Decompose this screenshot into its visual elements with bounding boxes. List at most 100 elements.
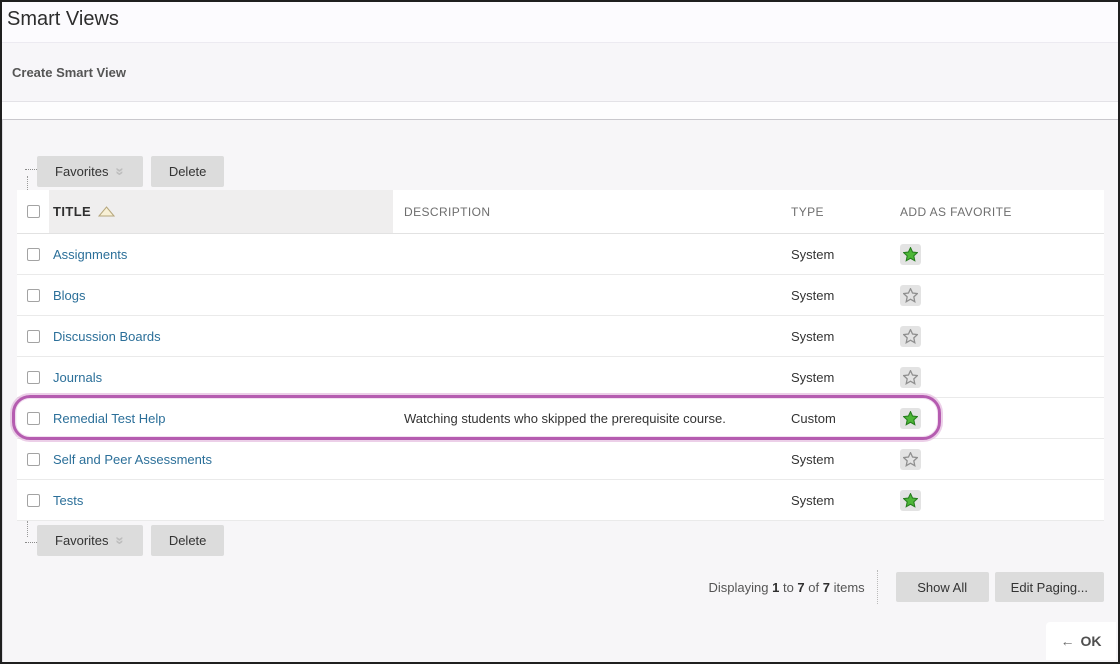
star-filled-icon — [903, 493, 918, 508]
row-favorite-cell — [891, 449, 1104, 470]
delete-button[interactable]: Delete — [151, 525, 225, 556]
header-description-cell[interactable]: DESCRIPTION — [393, 190, 781, 233]
select-all-dotted-line — [27, 176, 28, 190]
favorites-button-label: Favorites — [55, 533, 108, 548]
chevron-down-icon: » — [113, 536, 128, 544]
select-all-checkbox[interactable] — [27, 205, 40, 218]
header-checkbox-cell — [17, 190, 49, 233]
paging-divider — [877, 570, 878, 604]
table-row: Discussion Boards System — [17, 316, 1104, 357]
smart-view-link[interactable]: Tests — [53, 493, 83, 508]
row-checkbox[interactable] — [27, 412, 40, 425]
edit-paging-button[interactable]: Edit Paging... — [995, 572, 1104, 602]
favorite-star-button[interactable] — [900, 449, 921, 470]
delete-button-label: Delete — [169, 533, 207, 548]
smart-view-link[interactable]: Remedial Test Help — [53, 411, 165, 426]
row-checkbox-cell — [17, 412, 49, 425]
star-filled-icon — [903, 247, 918, 262]
ok-button-label: OK — [1081, 633, 1102, 649]
paging-of-word: of — [808, 580, 819, 595]
favorites-button[interactable]: Favorites » — [37, 156, 143, 187]
select-all-dotted-line — [27, 521, 28, 537]
delete-button-label: Delete — [169, 164, 207, 179]
table-row: Tests System — [17, 480, 1104, 521]
smart-view-link[interactable]: Self and Peer Assessments — [53, 452, 212, 467]
row-checkbox[interactable] — [27, 248, 40, 261]
chevron-down-icon: » — [113, 167, 128, 175]
row-checkbox[interactable] — [27, 494, 40, 507]
row-title-cell: Journals — [49, 370, 393, 385]
smart-view-link[interactable]: Journals — [53, 370, 102, 385]
star-outline-icon — [903, 452, 918, 467]
back-arrow-icon: ← — [1061, 633, 1075, 649]
header-favorite-label: ADD AS FAVORITE — [900, 205, 1012, 219]
row-title-cell: Self and Peer Assessments — [49, 452, 393, 467]
create-smart-view-button[interactable]: Create Smart View — [12, 65, 126, 80]
favorite-star-button[interactable] — [900, 367, 921, 388]
table-row: Journals System — [17, 357, 1104, 398]
list-actions-bottom: Favorites » Delete — [37, 525, 224, 556]
smart-view-link[interactable]: Blogs — [53, 288, 86, 303]
row-checkbox[interactable] — [27, 453, 40, 466]
row-description: Watching students who skipped the prereq… — [393, 411, 781, 426]
smart-view-link[interactable]: Assignments — [53, 247, 127, 262]
paging-to-word: to — [783, 580, 794, 595]
show-all-button[interactable]: Show All — [896, 572, 989, 602]
row-title-cell: Assignments — [49, 247, 393, 262]
paging-status: Displaying 1 to 7 of 7 items — [708, 580, 864, 595]
row-checkbox-cell — [17, 248, 49, 261]
paging-bar: Displaying 1 to 7 of 7 items Show All Ed… — [17, 570, 1104, 604]
delete-button[interactable]: Delete — [151, 156, 225, 187]
action-bar: Create Smart View — [2, 43, 1118, 102]
list-actions-top: Favorites » Delete — [37, 156, 224, 187]
header-title-cell[interactable]: TITLE — [49, 190, 393, 233]
smart-views-window: Smart Views Create Smart View Favorites … — [0, 0, 1120, 664]
smart-view-link[interactable]: Discussion Boards — [53, 329, 161, 344]
favorite-star-button[interactable] — [900, 244, 921, 265]
table-body: Assignments System Blogs System — [17, 234, 1104, 521]
star-outline-icon — [903, 329, 918, 344]
row-type: System — [781, 452, 891, 467]
row-type: System — [781, 288, 891, 303]
row-checkbox[interactable] — [27, 330, 40, 343]
favorites-button[interactable]: Favorites » — [37, 525, 143, 556]
table-row: Assignments System — [17, 234, 1104, 275]
row-favorite-cell — [891, 367, 1104, 388]
header-type-cell[interactable]: TYPE — [781, 190, 891, 233]
ok-button[interactable]: ← OK — [1046, 622, 1116, 660]
row-checkbox-cell — [17, 494, 49, 507]
title-bar: Smart Views — [2, 2, 1118, 43]
row-favorite-cell — [891, 285, 1104, 306]
row-type: System — [781, 329, 891, 344]
row-title-cell: Discussion Boards — [49, 329, 393, 344]
table-row: Self and Peer Assessments System — [17, 439, 1104, 480]
paging-prefix: Displaying — [708, 580, 768, 595]
favorite-star-button[interactable] — [900, 408, 921, 429]
paging-to: 7 — [797, 580, 804, 595]
row-type: Custom — [781, 411, 891, 426]
row-checkbox[interactable] — [27, 289, 40, 302]
header-type-label: TYPE — [791, 205, 824, 219]
header-favorite-cell: ADD AS FAVORITE — [891, 190, 1104, 233]
row-checkbox[interactable] — [27, 371, 40, 384]
paging-from: 1 — [772, 580, 779, 595]
favorite-star-button[interactable] — [900, 326, 921, 347]
row-title-cell: Remedial Test Help — [49, 411, 393, 426]
row-favorite-cell — [891, 244, 1104, 265]
favorite-star-button[interactable] — [900, 285, 921, 306]
row-type: System — [781, 370, 891, 385]
row-title-cell: Tests — [49, 493, 393, 508]
page-title: Smart Views — [7, 8, 1118, 31]
header-description-label: DESCRIPTION — [404, 205, 490, 219]
row-favorite-cell — [891, 408, 1104, 429]
table-row: Blogs System — [17, 275, 1104, 316]
row-title-cell: Blogs — [49, 288, 393, 303]
row-checkbox-cell — [17, 371, 49, 384]
paging-total: 7 — [823, 580, 830, 595]
table-header-row: TITLE DESCRIPTION TYPE ADD AS FAVORITE — [17, 190, 1104, 234]
row-type: System — [781, 247, 891, 262]
favorite-star-button[interactable] — [900, 490, 921, 511]
row-checkbox-cell — [17, 453, 49, 466]
paging-suffix: items — [834, 580, 865, 595]
row-type: System — [781, 493, 891, 508]
